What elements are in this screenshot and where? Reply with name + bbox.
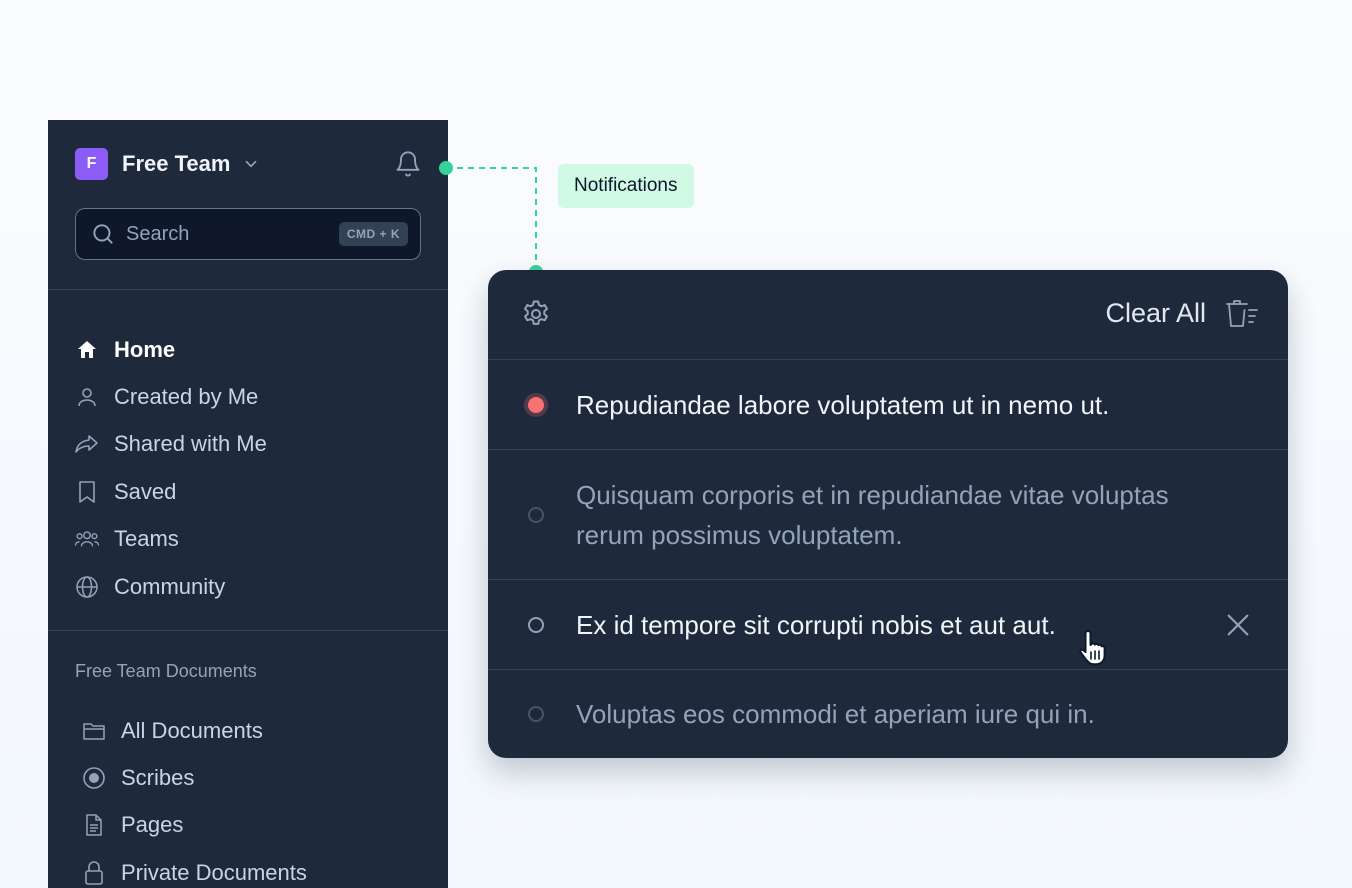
close-icon[interactable] [1222, 609, 1254, 641]
unread-indicator [528, 396, 544, 413]
hand-cursor-icon [1079, 630, 1106, 666]
read-indicator[interactable] [528, 616, 544, 633]
clear-all-button[interactable]: Clear All [1105, 298, 1206, 329]
panel-header: Clear All [488, 270, 1288, 360]
read-indicator [528, 506, 544, 523]
notifications-panel: Clear All Repudiandae labore voluptatem … [488, 270, 1288, 758]
trash-icon[interactable] [1224, 296, 1260, 332]
notification-item[interactable]: Quisquam corporis et in repudiandae vita… [488, 450, 1288, 580]
notification-text: Voluptas eos commodi et aperiam iure qui… [576, 699, 1095, 729]
notification-text: Quisquam corporis et in repudiandae vita… [576, 479, 1169, 550]
gear-icon[interactable] [520, 298, 552, 330]
notification-item[interactable]: Repudiandae labore voluptatem ut in nemo… [488, 360, 1288, 450]
read-indicator [528, 706, 544, 722]
notifications-callout: Notifications [558, 164, 694, 208]
notification-item[interactable]: Ex id tempore sit corrupti nobis et aut … [488, 580, 1288, 670]
notification-text: Ex id tempore sit corrupti nobis et aut … [576, 609, 1056, 640]
notification-text: Repudiandae labore voluptatem ut in nemo… [576, 389, 1110, 420]
notification-item[interactable]: Voluptas eos commodi et aperiam iure qui… [488, 670, 1288, 758]
